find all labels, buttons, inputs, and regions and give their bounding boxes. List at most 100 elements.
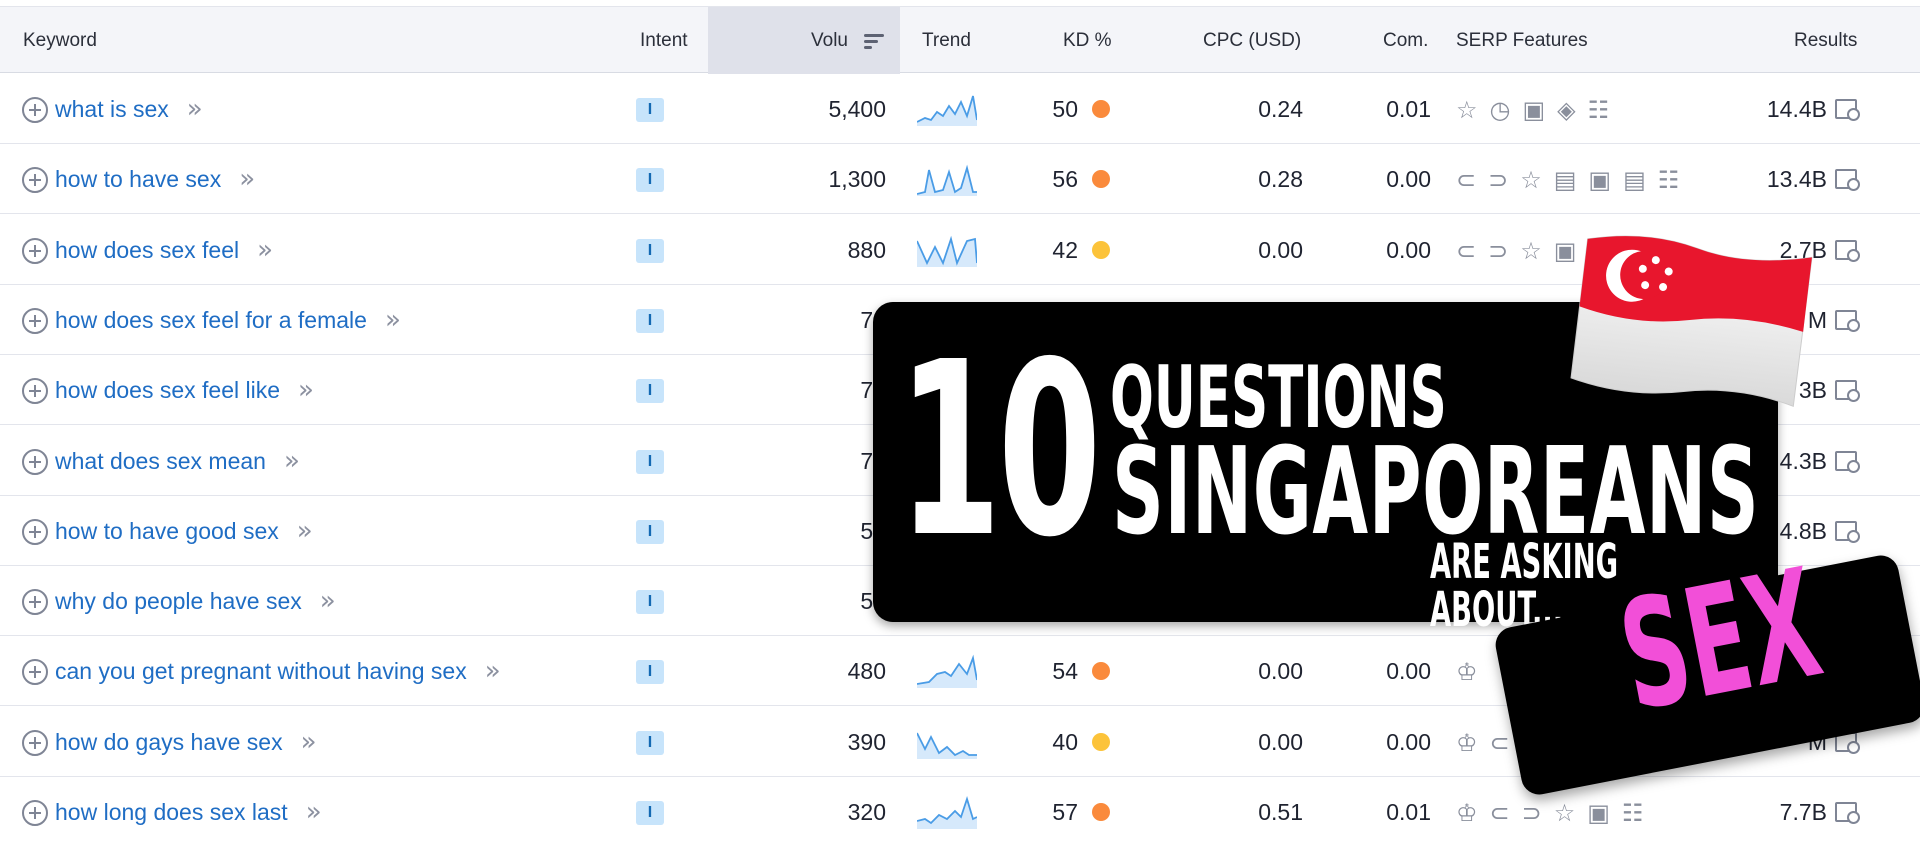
add-keyword-icon[interactable]: [22, 307, 48, 334]
trend-sparkline: [917, 796, 977, 829]
results-cell: 13.4B: [1766, 166, 1827, 193]
view-serp-icon[interactable]: [1835, 450, 1860, 473]
intent-badge[interactable]: I: [636, 660, 664, 685]
volume-cell: 72: [740, 426, 886, 496]
com-cell: 0.00: [1386, 658, 1431, 685]
cpc-cell: 0.28: [1258, 166, 1303, 193]
double-chevron-icon[interactable]: »: [239, 164, 255, 194]
add-keyword-icon[interactable]: [22, 518, 48, 545]
double-chevron-icon[interactable]: »: [257, 235, 273, 265]
cpc-cell: 0.00: [1258, 658, 1303, 685]
sort-descending-icon[interactable]: [864, 34, 884, 50]
com-cell: 0.00: [1386, 236, 1431, 263]
col-trend[interactable]: Trend: [922, 7, 971, 74]
add-keyword-icon[interactable]: [22, 237, 48, 264]
volume-cell: 72: [740, 285, 886, 355]
intent-badge[interactable]: I: [636, 730, 664, 755]
keyword-link[interactable]: why do people have sex: [55, 588, 302, 614]
keyword-cell: why do people have sex »: [55, 566, 336, 636]
add-keyword-icon[interactable]: [22, 378, 48, 405]
trend-sparkline: [917, 95, 977, 126]
table-row[interactable]: how to have sex » I 1,300 56 0.28 0.00 ⊂⊃☆▤▣▤☷ 1…: [0, 144, 1920, 215]
trend-sparkline: [917, 655, 977, 689]
view-serp-icon[interactable]: [1835, 169, 1860, 192]
col-results[interactable]: Results: [1794, 7, 1857, 74]
intent-badge[interactable]: I: [636, 98, 664, 122]
keyword-link[interactable]: how long does sex last: [55, 799, 288, 825]
com-cell: 0.01: [1386, 96, 1431, 122]
col-keyword[interactable]: Keyword: [23, 7, 97, 74]
banner-number: 10: [898, 310, 1101, 590]
keyword-link[interactable]: how to have sex: [55, 166, 221, 192]
view-serp-icon[interactable]: [1835, 520, 1860, 543]
col-kd[interactable]: KD %: [1063, 7, 1112, 74]
add-keyword-icon[interactable]: [22, 167, 48, 194]
kd-indicator-dot: [1092, 100, 1110, 118]
double-chevron-icon[interactable]: »: [385, 305, 401, 335]
add-keyword-icon[interactable]: [22, 800, 48, 826]
table-row[interactable]: how long does sex last » I 320 57 0.51 0.01 ♔⊂⊃…: [0, 777, 1920, 845]
com-cell: 0.00: [1386, 166, 1431, 193]
intent-badge[interactable]: I: [636, 308, 664, 333]
serp-feature-icons[interactable]: ⊂⊃☆▤▣▤☷: [1456, 166, 1691, 194]
kd-cell: 54: [1052, 658, 1078, 685]
col-cpc[interactable]: CPC (USD): [1203, 7, 1301, 74]
com-cell: 0.01: [1386, 799, 1431, 825]
keyword-link[interactable]: how does sex feel like: [55, 377, 280, 403]
double-chevron-icon[interactable]: »: [320, 586, 336, 616]
serp-feature-icons[interactable]: ☆◷▣◈☷: [1456, 96, 1621, 124]
view-serp-icon[interactable]: [1835, 802, 1860, 824]
kd-indicator-dot: [1092, 170, 1110, 189]
double-chevron-icon[interactable]: »: [297, 516, 313, 546]
keyword-cell: how do gays have sex »: [55, 707, 317, 777]
intent-badge[interactable]: I: [636, 801, 664, 825]
double-chevron-icon[interactable]: »: [306, 797, 322, 827]
intent-badge[interactable]: I: [636, 238, 664, 263]
intent-badge[interactable]: I: [636, 168, 664, 193]
volume-cell: 59: [740, 566, 886, 636]
double-chevron-icon[interactable]: »: [284, 446, 300, 476]
kd-cell: 40: [1052, 728, 1078, 755]
intent-badge[interactable]: I: [636, 519, 664, 544]
add-keyword-icon[interactable]: [22, 729, 48, 756]
col-serp[interactable]: SERP Features: [1456, 7, 1588, 74]
intent-badge[interactable]: I: [636, 590, 664, 615]
keyword-link[interactable]: how does sex feel for a female: [55, 307, 367, 333]
view-serp-icon[interactable]: [1835, 380, 1860, 403]
keyword-cell: what does sex mean »: [55, 426, 300, 496]
keyword-link[interactable]: how do gays have sex: [55, 729, 283, 755]
kd-cell: 56: [1052, 166, 1078, 193]
serp-feature-icons[interactable]: ♔: [1456, 658, 1490, 686]
double-chevron-icon[interactable]: »: [301, 727, 317, 757]
double-chevron-icon[interactable]: »: [187, 94, 203, 124]
volume-cell: 480: [847, 658, 886, 685]
view-serp-icon[interactable]: [1835, 309, 1860, 332]
add-keyword-icon[interactable]: [22, 448, 48, 475]
col-volume[interactable]: Volu: [708, 7, 900, 74]
col-com[interactable]: Com.: [1383, 7, 1428, 74]
add-keyword-icon[interactable]: [22, 97, 48, 123]
add-keyword-icon[interactable]: [22, 659, 48, 686]
table-row[interactable]: what is sex » I 5,400 50 0.24 0.01 ☆◷▣◈☷ 14.4B: [0, 74, 1920, 144]
keyword-link[interactable]: how to have good sex: [55, 518, 279, 544]
view-serp-icon[interactable]: [1835, 99, 1860, 121]
keyword-cell: can you get pregnant without having sex »: [55, 636, 501, 706]
serp-feature-icons[interactable]: ♔⊂⊃☆▣☷: [1456, 799, 1655, 827]
volume-cell: 320: [847, 799, 886, 825]
double-chevron-icon[interactable]: »: [298, 375, 314, 405]
keyword-link[interactable]: how does sex feel: [55, 237, 239, 263]
intent-badge[interactable]: I: [636, 449, 664, 474]
trend-sparkline: [917, 235, 977, 267]
keyword-link[interactable]: what does sex mean: [55, 448, 266, 474]
view-serp-icon[interactable]: [1835, 239, 1860, 262]
col-intent[interactable]: Intent: [640, 7, 688, 74]
kd-cell: 57: [1052, 799, 1078, 825]
intent-badge[interactable]: I: [636, 379, 664, 404]
kd-indicator-dot: [1092, 803, 1110, 821]
results-cell: 14.4B: [1766, 96, 1827, 122]
keyword-link[interactable]: can you get pregnant without having sex: [55, 658, 467, 684]
keyword-link[interactable]: what is sex: [55, 96, 169, 122]
kd-indicator-dot: [1092, 240, 1110, 259]
add-keyword-icon[interactable]: [22, 589, 48, 616]
double-chevron-icon[interactable]: »: [485, 656, 501, 686]
